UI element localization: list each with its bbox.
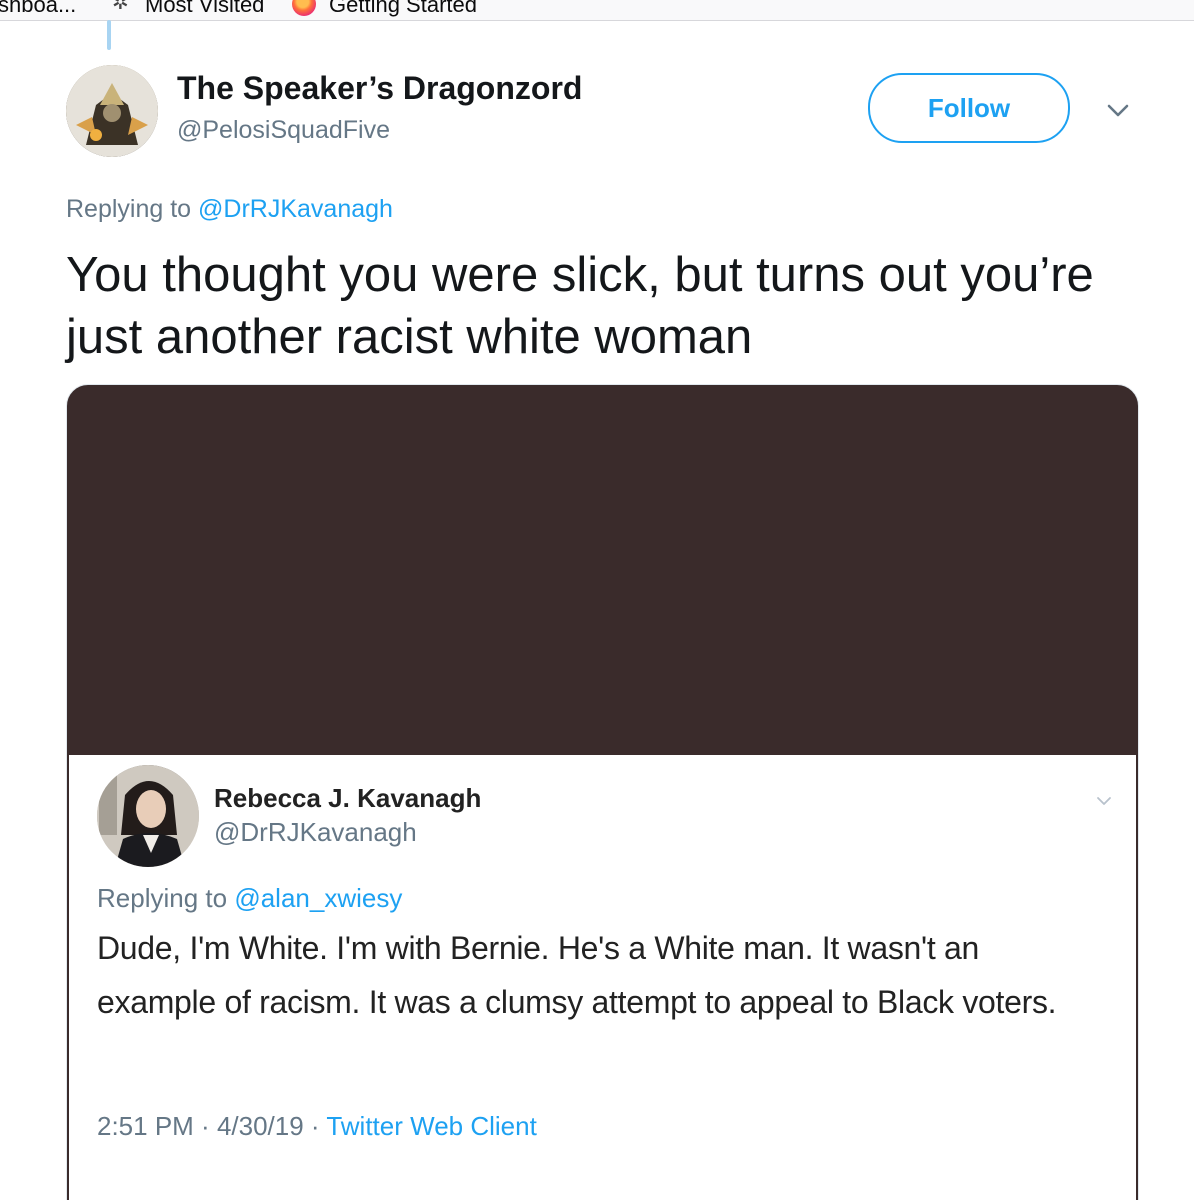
quoted-date: 4/30/19 [216,1111,304,1141]
reply-target-link[interactable]: @DrRJKavanagh [198,195,393,223]
user-handle[interactable]: @PelosiSquadFive [177,116,390,145]
quoted-tweet-meta: 2:51 PM · 4/30/19 · Twitter Web Client [97,1111,537,1142]
quoted-time: 2:51 PM [97,1111,194,1141]
avatar[interactable] [66,65,158,157]
bookmarks-toolbar: shboa... ✲ Most Visited Getting Started [0,0,1194,21]
chevron-down-icon[interactable] [1104,96,1132,124]
quoted-tweet-text: Dude, I'm White. I'm with Bernie. He's a… [97,930,1057,1020]
thread-line [107,20,111,50]
quoted-screenshot: Rebecca J. Kavanagh @DrRJKavanagh Replyi… [69,755,1136,1200]
quoted-user-handle: @DrRJKavanagh [214,817,417,847]
replying-prefix: Replying to [66,195,199,223]
avatar [97,765,199,867]
bookmark-item-getting-started[interactable]: Getting Started [329,0,477,18]
follow-button[interactable]: Follow [868,73,1070,143]
quoted-replying-to: Replying to @alan_xwiesy [97,883,402,914]
chevron-down-icon [1097,797,1111,805]
quoted-replying-prefix: Replying to [97,883,235,913]
quoted-reply-target: @alan_xwiesy [234,883,403,913]
quoted-avatar-image [97,765,199,867]
quoted-client: Twitter Web Client [326,1111,537,1141]
bookmark-item-most-visited[interactable]: Most Visited [145,0,264,18]
tweet-text: You thought you were slick, but turns ou… [66,248,1094,364]
meta-separator: · [303,1111,327,1141]
gear-icon: ✲ [112,0,129,14]
firefox-icon [292,0,316,16]
tweet-media[interactable]: Rebecca J. Kavanagh @DrRJKavanagh Replyi… [66,384,1139,1200]
avatar-image [66,65,158,157]
replying-to: Replying to @DrRJKavanagh [66,195,393,224]
display-name[interactable]: The Speaker’s Dragonzord [177,70,582,107]
tweet-page: shboa... ✲ Most Visited Getting Started … [0,0,1194,1200]
bookmark-item[interactable]: shboa... [0,0,76,18]
meta-separator: · [193,1111,217,1141]
quoted-display-name: Rebecca J. Kavanagh [214,783,482,813]
